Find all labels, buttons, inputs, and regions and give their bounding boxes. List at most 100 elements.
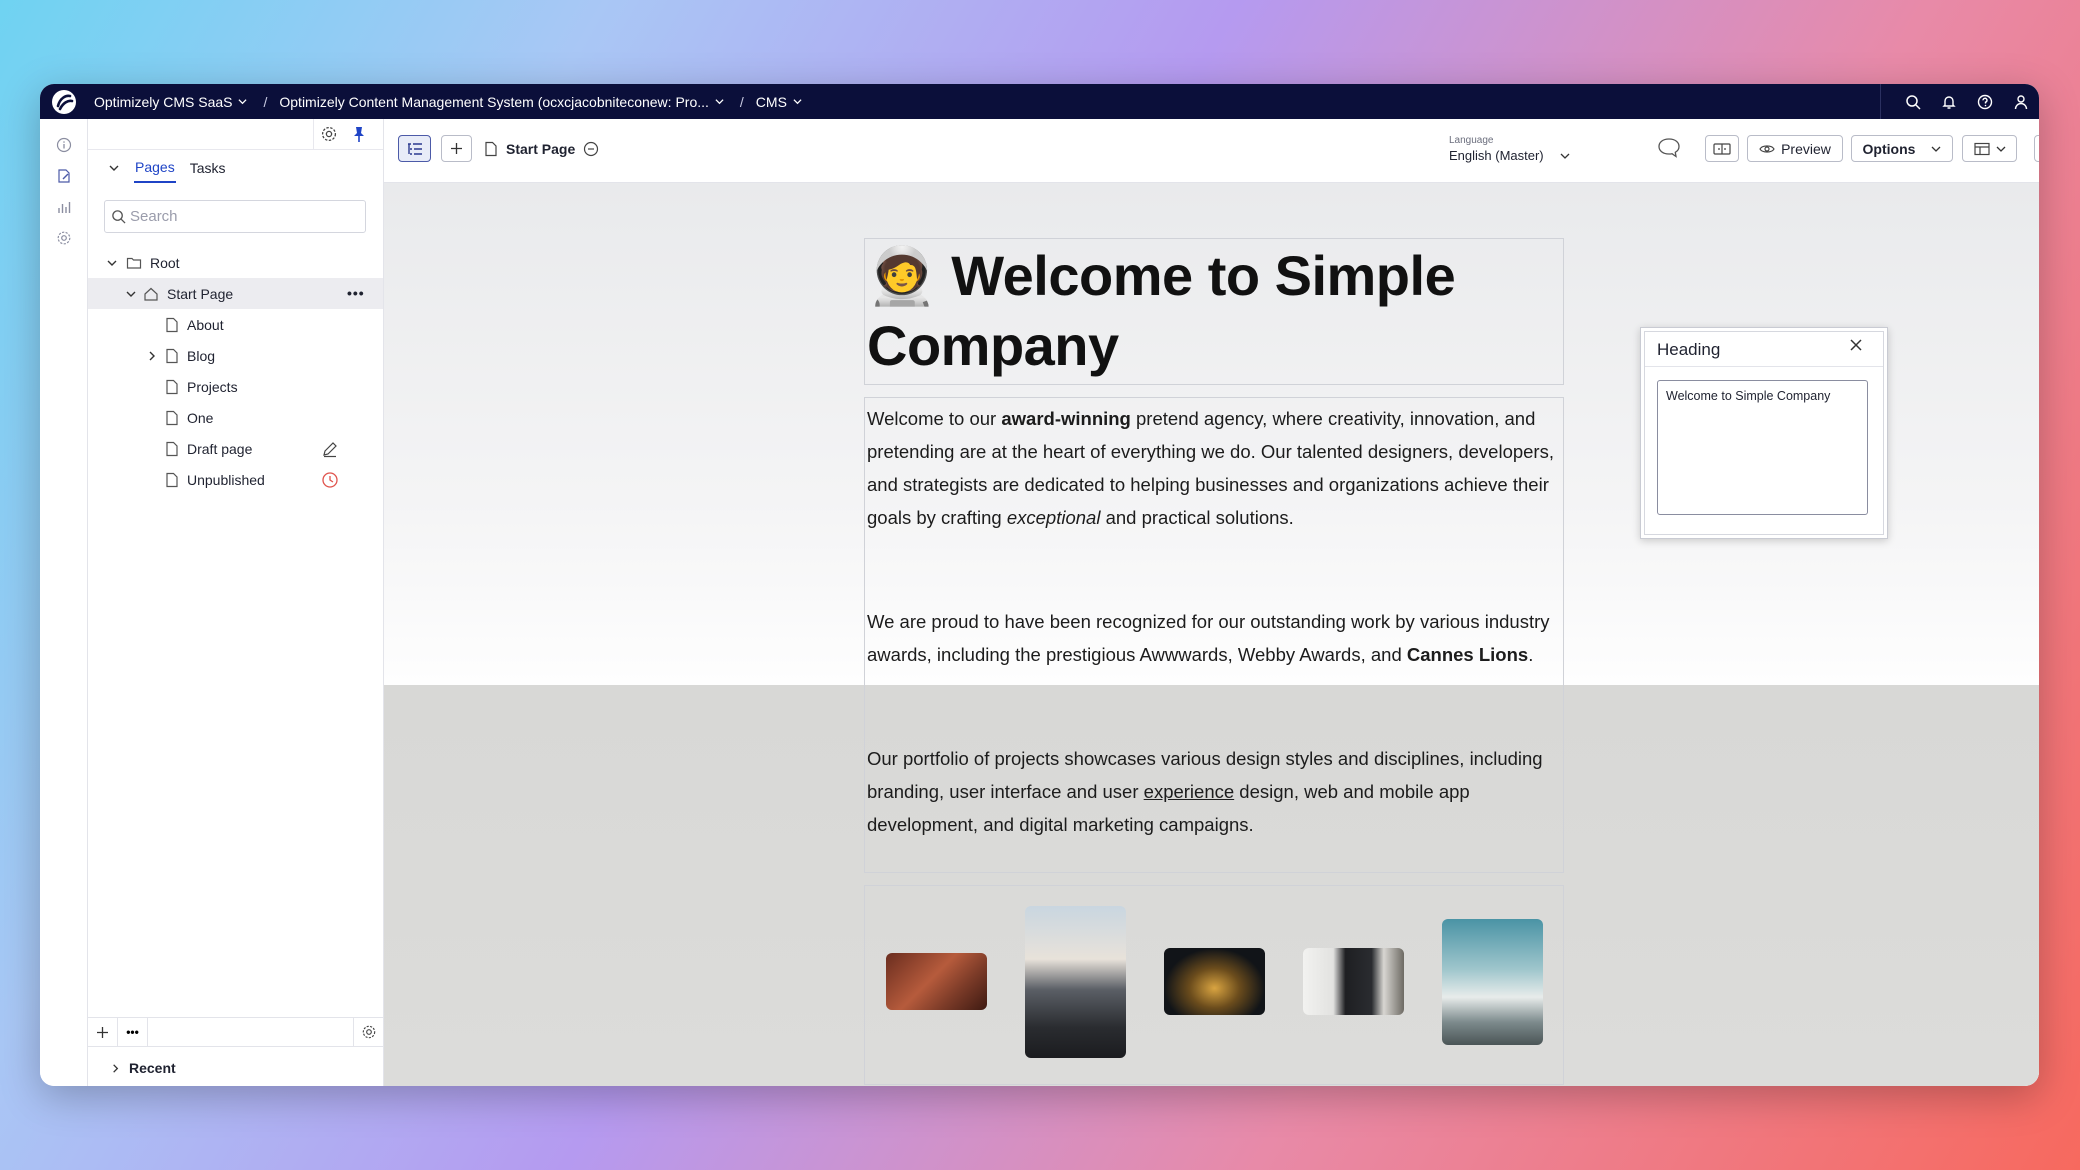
divider [1645,366,1883,367]
tree-node-start-page[interactable]: Start Page ••• [88,278,383,309]
bell-icon[interactable] [1931,84,1967,119]
heading-textarea[interactable]: Welcome to Simple Company [1657,380,1868,515]
user-icon[interactable] [2003,84,2039,119]
language-selector[interactable]: Language English (Master) [1449,135,1570,163]
help-icon[interactable] [1967,84,2003,119]
analytics-icon[interactable] [40,191,88,222]
chevron-down-icon[interactable] [715,97,724,106]
more-options-icon[interactable]: ••• [118,1017,148,1047]
text-run: Welcome to our [867,408,1002,429]
info-icon[interactable] [40,129,88,160]
breadcrumb-separator: / [739,93,744,110]
home-icon [144,287,158,301]
search-placeholder: Search [130,208,178,225]
chevron-down-icon[interactable] [793,97,802,106]
language-caption: Language [1449,135,1494,146]
chevron-right-icon[interactable] [110,1063,121,1074]
tree-node-one[interactable]: One [88,402,383,433]
popup-title: Heading [1657,340,1721,359]
image-canyon[interactable] [886,953,987,1010]
tree-node-unpublished[interactable]: Unpublished [88,464,383,495]
page-icon [166,348,178,363]
clock-icon [321,471,339,492]
chevron-down-icon [1996,146,2005,152]
paragraph-3: Our portfolio of projects showcases vari… [867,742,1561,841]
edit-content-icon[interactable] [40,160,88,191]
tree-label: Blog [187,347,216,364]
breadcrumb-app[interactable]: CMS [756,94,787,110]
navigation-pane: Pages Tasks Search Root Start Page ••• A… [88,119,384,1086]
top-actions [1880,84,2039,119]
recent-section[interactable]: Recent [88,1050,384,1086]
more-circle-icon[interactable] [583,141,599,157]
text-run: and practical solutions. [1100,507,1294,528]
add-button[interactable] [441,135,472,162]
chevron-down-icon[interactable] [108,162,120,174]
page-tree: Root Start Page ••• About Blog Projects [88,247,383,495]
images-block[interactable] [864,885,1564,1085]
image-cockpit[interactable] [1025,906,1126,1058]
experience-link[interactable]: experience [1144,781,1235,802]
editor-toolbar: Start Page Language English (Master) Pre… [384,119,2039,183]
heading-block[interactable]: 🧑‍🚀 Welcome to Simple Company [864,238,1564,385]
breadcrumb-instance[interactable]: Optimizely Content Management System (oc… [279,94,709,110]
settings-icon[interactable] [40,222,88,253]
cms-window: Optimizely CMS SaaS / Optimizely Content… [40,84,2039,1086]
search-icon[interactable] [1895,84,1931,119]
tree-view-button[interactable] [398,135,431,162]
tree-node-projects[interactable]: Projects [88,371,383,402]
page-icon [166,410,178,425]
layout-icon [1973,142,1990,155]
on-page-edit-canvas: 🧑‍🚀 Welcome to Simple Company Welcome to… [384,183,2039,1086]
comment-icon[interactable] [1656,136,1682,165]
paragraph-2: We are proud to have been recognized for… [867,605,1561,671]
compare-button[interactable] [1705,135,1739,162]
chevron-down-icon [1560,153,1570,159]
tree-node-draft-page[interactable]: Draft page [88,433,383,464]
language-value: English (Master) [1449,148,1544,163]
eye-icon [1759,144,1775,153]
page-icon [166,472,178,487]
image-auditorium[interactable] [1164,948,1265,1015]
breadcrumb-product[interactable]: Optimizely CMS SaaS [94,94,232,110]
page-heading[interactable]: 🧑‍🚀 Welcome to Simple Company [867,241,1561,381]
tab-tasks[interactable]: Tasks [190,160,226,176]
paragraph-1: Welcome to our award-winning pretend age… [867,402,1561,534]
chevron-down-icon[interactable] [106,257,118,269]
tab-pages[interactable]: Pages [134,153,176,183]
heading-editor-popup: Heading Welcome to Simple Company [1640,327,1888,539]
tree-label: Projects [187,378,238,395]
tree-node-root[interactable]: Root [88,247,383,278]
tree-label: Root [150,254,180,271]
more-options-icon[interactable]: ••• [347,285,365,301]
page-icon [166,317,178,332]
layout-button[interactable] [1962,135,2017,162]
close-icon[interactable] [1849,338,1863,357]
preview-button[interactable]: Preview [1747,135,1843,162]
plus-icon[interactable] [88,1017,118,1047]
tree-label: Draft page [187,440,253,457]
gear-icon[interactable] [354,1017,384,1047]
bold-text: Cannes Lions [1406,644,1529,665]
chevron-down-icon[interactable] [125,288,137,300]
gear-icon[interactable] [320,125,338,148]
optimizely-logo-icon[interactable] [40,84,88,119]
options-button[interactable]: Options [1851,135,1953,162]
tree-node-blog[interactable]: Blog [88,340,383,371]
tree-node-about[interactable]: About [88,309,383,340]
image-workspace[interactable] [1303,948,1404,1015]
chevron-right-icon[interactable] [146,350,158,362]
heading-text: Welcome to Simple Company [867,244,1456,377]
tree-label: Start Page [167,285,234,302]
breadcrumb: Optimizely CMS SaaS / Optimizely Content… [94,94,802,110]
image-mountain[interactable] [1442,919,1543,1045]
page-icon [485,141,497,156]
search-input[interactable]: Search [104,200,366,233]
assets-button[interactable] [2034,135,2039,162]
nav-toolbar [88,119,383,150]
chevron-down-icon[interactable] [238,97,248,106]
main-body-block[interactable]: Welcome to our award-winning pretend age… [864,397,1564,873]
pin-icon[interactable] [350,125,368,148]
